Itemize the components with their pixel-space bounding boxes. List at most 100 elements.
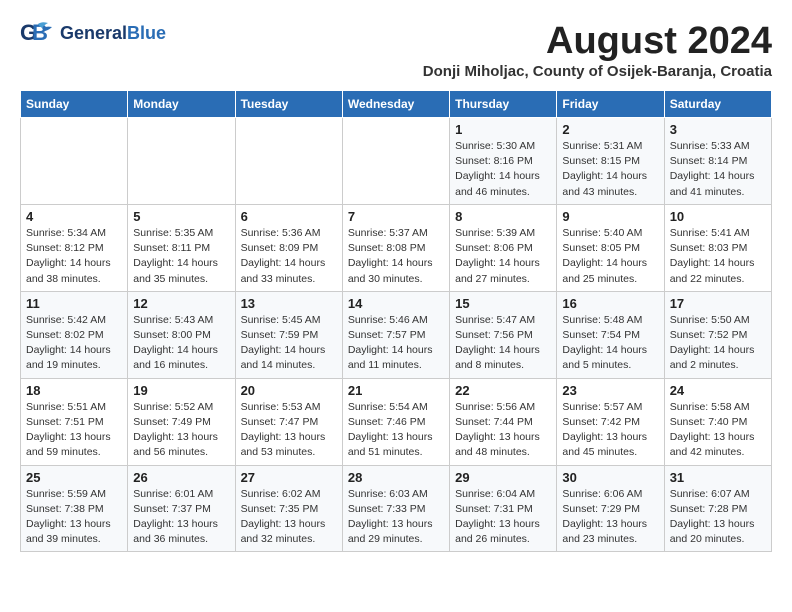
- day-detail: Sunrise: 5:37 AM Sunset: 8:08 PM Dayligh…: [348, 226, 444, 287]
- calendar-cell: [128, 118, 235, 205]
- calendar-cell: 15 Sunrise: 5:47 AM Sunset: 7:56 PM Dayli…: [450, 291, 557, 378]
- day-detail: Sunrise: 6:01 AM Sunset: 7:37 PM Dayligh…: [133, 487, 229, 548]
- day-detail: Sunrise: 5:40 AM Sunset: 8:05 PM Dayligh…: [562, 226, 658, 287]
- day-detail: Sunrise: 5:59 AM Sunset: 7:38 PM Dayligh…: [26, 487, 122, 548]
- calendar-cell: 24 Sunrise: 5:58 AM Sunset: 7:40 PM Dayli…: [664, 378, 771, 465]
- day-number: 11: [26, 296, 122, 311]
- day-number: 4: [26, 209, 122, 224]
- day-detail: Sunrise: 6:04 AM Sunset: 7:31 PM Dayligh…: [455, 487, 551, 548]
- day-number: 9: [562, 209, 658, 224]
- day-number: 20: [241, 383, 337, 398]
- day-number: 5: [133, 209, 229, 224]
- logo-icon: G B: [20, 20, 56, 48]
- calendar-table: SundayMondayTuesdayWednesdayThursdayFrid…: [20, 90, 772, 552]
- calendar-cell: 8 Sunrise: 5:39 AM Sunset: 8:06 PM Daylig…: [450, 204, 557, 291]
- calendar-cell: 16 Sunrise: 5:48 AM Sunset: 7:54 PM Dayli…: [557, 291, 664, 378]
- day-detail: Sunrise: 5:35 AM Sunset: 8:11 PM Dayligh…: [133, 226, 229, 287]
- day-number: 24: [670, 383, 766, 398]
- location-title: Donji Miholjac, County of Osijek-Baranja…: [423, 63, 772, 80]
- title-block: August 2024 Donji Miholjac, County of Os…: [423, 20, 772, 80]
- day-detail: Sunrise: 5:33 AM Sunset: 8:14 PM Dayligh…: [670, 139, 766, 200]
- day-number: 10: [670, 209, 766, 224]
- day-number: 14: [348, 296, 444, 311]
- day-number: 7: [348, 209, 444, 224]
- day-number: 29: [455, 470, 551, 485]
- day-number: 13: [241, 296, 337, 311]
- day-number: 17: [670, 296, 766, 311]
- day-detail: Sunrise: 6:07 AM Sunset: 7:28 PM Dayligh…: [670, 487, 766, 548]
- month-title: August 2024: [423, 20, 772, 63]
- day-detail: Sunrise: 5:52 AM Sunset: 7:49 PM Dayligh…: [133, 400, 229, 461]
- calendar-week-3: 11Sunrise: 5:42 AM Sunset: 8:02 PM Dayli…: [21, 291, 772, 378]
- calendar-cell: 14Sunrise: 5:46 AM Sunset: 7:57 PM Dayli…: [342, 291, 449, 378]
- day-number: 3: [670, 122, 766, 137]
- calendar-cell: 25Sunrise: 5:59 AM Sunset: 7:38 PM Dayli…: [21, 465, 128, 552]
- day-detail: Sunrise: 6:02 AM Sunset: 7:35 PM Dayligh…: [241, 487, 337, 548]
- day-number: 6: [241, 209, 337, 224]
- calendar-cell: 20 Sunrise: 5:53 AM Sunset: 7:47 PM Dayli…: [235, 378, 342, 465]
- weekday-header-row: SundayMondayTuesdayWednesdayThursdayFrid…: [21, 91, 772, 118]
- weekday-header-friday: Friday: [557, 91, 664, 118]
- day-number: 16: [562, 296, 658, 311]
- calendar-cell: 7 Sunrise: 5:37 AM Sunset: 8:08 PM Daylig…: [342, 204, 449, 291]
- calendar-cell: 21Sunrise: 5:54 AM Sunset: 7:46 PM Dayli…: [342, 378, 449, 465]
- calendar-cell: 27Sunrise: 6:02 AM Sunset: 7:35 PM Dayli…: [235, 465, 342, 552]
- calendar-cell: 6 Sunrise: 5:36 AM Sunset: 8:09 PM Daylig…: [235, 204, 342, 291]
- logo-text: GeneralBlue: [60, 24, 166, 44]
- day-detail: Sunrise: 5:51 AM Sunset: 7:51 PM Dayligh…: [26, 400, 122, 461]
- calendar-cell: 28 Sunrise: 6:03 AM Sunset: 7:33 PM Dayli…: [342, 465, 449, 552]
- calendar-week-2: 4Sunrise: 5:34 AM Sunset: 8:12 PM Daylig…: [21, 204, 772, 291]
- day-number: 30: [562, 470, 658, 485]
- day-number: 2: [562, 122, 658, 137]
- day-detail: Sunrise: 5:47 AM Sunset: 7:56 PM Dayligh…: [455, 313, 551, 374]
- day-detail: Sunrise: 5:56 AM Sunset: 7:44 PM Dayligh…: [455, 400, 551, 461]
- calendar-cell: 30 Sunrise: 6:06 AM Sunset: 7:29 PM Dayli…: [557, 465, 664, 552]
- calendar-cell: 13 Sunrise: 5:45 AM Sunset: 7:59 PM Dayli…: [235, 291, 342, 378]
- logo: G B GeneralBlue: [20, 20, 166, 48]
- calendar-cell: 26 Sunrise: 6:01 AM Sunset: 7:37 PM Dayli…: [128, 465, 235, 552]
- calendar-week-4: 18Sunrise: 5:51 AM Sunset: 7:51 PM Dayli…: [21, 378, 772, 465]
- day-detail: Sunrise: 5:39 AM Sunset: 8:06 PM Dayligh…: [455, 226, 551, 287]
- page-header: G B GeneralBlue August 2024 Donji Miholj…: [20, 20, 772, 80]
- calendar-cell: 31 Sunrise: 6:07 AM Sunset: 7:28 PM Dayli…: [664, 465, 771, 552]
- day-number: 31: [670, 470, 766, 485]
- calendar-cell: 4Sunrise: 5:34 AM Sunset: 8:12 PM Daylig…: [21, 204, 128, 291]
- calendar-week-5: 25Sunrise: 5:59 AM Sunset: 7:38 PM Dayli…: [21, 465, 772, 552]
- weekday-header-wednesday: Wednesday: [342, 91, 449, 118]
- calendar-cell: 18Sunrise: 5:51 AM Sunset: 7:51 PM Dayli…: [21, 378, 128, 465]
- calendar-cell: 10 Sunrise: 5:41 AM Sunset: 8:03 PM Dayli…: [664, 204, 771, 291]
- day-detail: Sunrise: 5:41 AM Sunset: 8:03 PM Dayligh…: [670, 226, 766, 287]
- day-detail: Sunrise: 5:58 AM Sunset: 7:40 PM Dayligh…: [670, 400, 766, 461]
- calendar-cell: [342, 118, 449, 205]
- day-detail: Sunrise: 6:03 AM Sunset: 7:33 PM Dayligh…: [348, 487, 444, 548]
- day-number: 23: [562, 383, 658, 398]
- day-number: 28: [348, 470, 444, 485]
- calendar-cell: 23Sunrise: 5:57 AM Sunset: 7:42 PM Dayli…: [557, 378, 664, 465]
- day-detail: Sunrise: 5:45 AM Sunset: 7:59 PM Dayligh…: [241, 313, 337, 374]
- calendar-cell: 22 Sunrise: 5:56 AM Sunset: 7:44 PM Dayli…: [450, 378, 557, 465]
- day-number: 22: [455, 383, 551, 398]
- calendar-week-1: 1 Sunrise: 5:30 AM Sunset: 8:16 PM Daylig…: [21, 118, 772, 205]
- day-detail: Sunrise: 5:36 AM Sunset: 8:09 PM Dayligh…: [241, 226, 337, 287]
- day-number: 1: [455, 122, 551, 137]
- calendar-cell: 17Sunrise: 5:50 AM Sunset: 7:52 PM Dayli…: [664, 291, 771, 378]
- weekday-header-tuesday: Tuesday: [235, 91, 342, 118]
- calendar-cell: 29 Sunrise: 6:04 AM Sunset: 7:31 PM Dayli…: [450, 465, 557, 552]
- day-detail: Sunrise: 5:53 AM Sunset: 7:47 PM Dayligh…: [241, 400, 337, 461]
- calendar-cell: 12Sunrise: 5:43 AM Sunset: 8:00 PM Dayli…: [128, 291, 235, 378]
- calendar-cell: 1 Sunrise: 5:30 AM Sunset: 8:16 PM Daylig…: [450, 118, 557, 205]
- calendar-cell: [235, 118, 342, 205]
- calendar-cell: 11Sunrise: 5:42 AM Sunset: 8:02 PM Dayli…: [21, 291, 128, 378]
- day-detail: Sunrise: 6:06 AM Sunset: 7:29 PM Dayligh…: [562, 487, 658, 548]
- day-number: 12: [133, 296, 229, 311]
- day-detail: Sunrise: 5:30 AM Sunset: 8:16 PM Dayligh…: [455, 139, 551, 200]
- day-detail: Sunrise: 5:31 AM Sunset: 8:15 PM Dayligh…: [562, 139, 658, 200]
- weekday-header-monday: Monday: [128, 91, 235, 118]
- day-number: 15: [455, 296, 551, 311]
- calendar-cell: 9 Sunrise: 5:40 AM Sunset: 8:05 PM Daylig…: [557, 204, 664, 291]
- weekday-header-thursday: Thursday: [450, 91, 557, 118]
- day-number: 26: [133, 470, 229, 485]
- day-detail: Sunrise: 5:48 AM Sunset: 7:54 PM Dayligh…: [562, 313, 658, 374]
- day-number: 21: [348, 383, 444, 398]
- day-number: 8: [455, 209, 551, 224]
